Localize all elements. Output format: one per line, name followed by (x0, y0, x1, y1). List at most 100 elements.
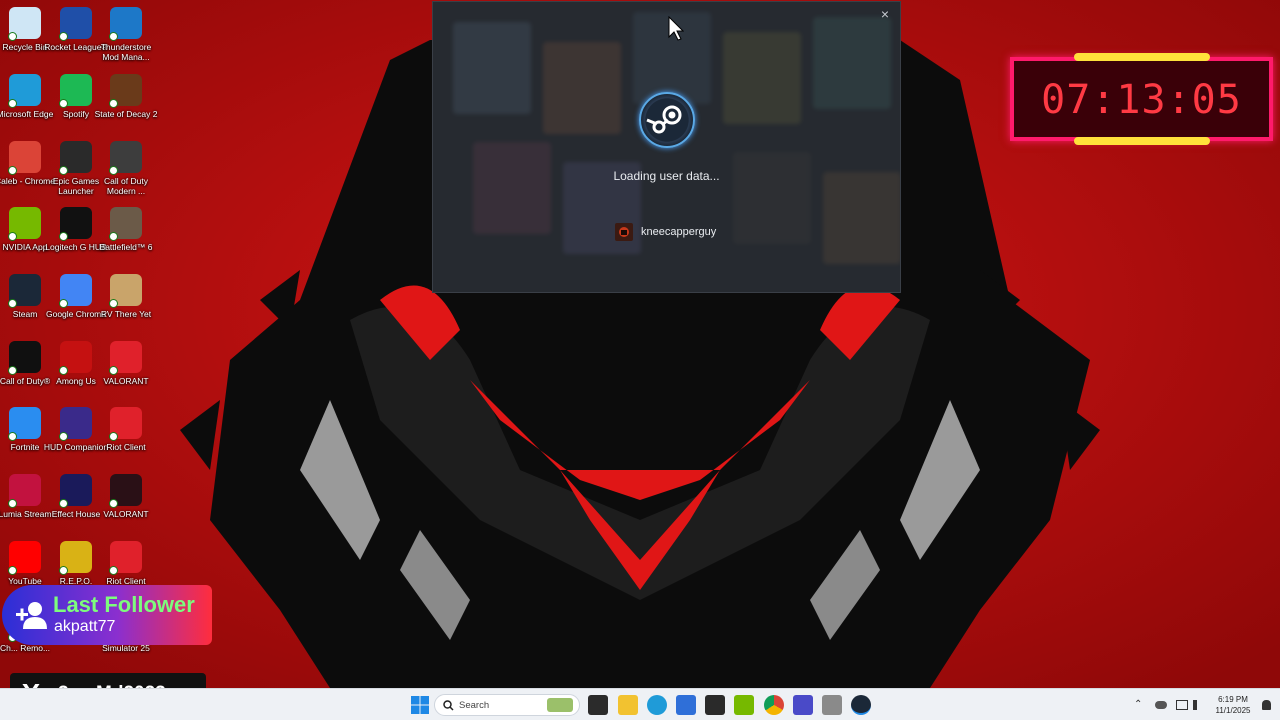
sync-status-icon (59, 499, 68, 508)
desktop-icon[interactable]: Riot Client (93, 407, 159, 452)
user-account-row: kneecapperguy (615, 223, 716, 241)
search-icon (443, 700, 454, 711)
steam-taskbar-icon[interactable] (851, 695, 871, 715)
tray-overflow-chevron[interactable]: ⌃ (1134, 699, 1142, 710)
last-follower-alert: Last Follower akpatt77 (2, 585, 212, 645)
desktop-icon[interactable]: VALORANT (93, 474, 159, 519)
sync-status-icon (8, 166, 17, 175)
timer-value: 07:13:05 (1041, 77, 1242, 123)
stream-timer: 07:13:05 (1010, 53, 1273, 145)
app-icon (59, 7, 92, 41)
store-icon[interactable] (676, 695, 696, 715)
sync-status-icon (109, 299, 118, 308)
desktop-icon-label: Riot Client (106, 442, 146, 452)
app-icon[interactable] (793, 695, 813, 715)
sync-status-icon (8, 432, 17, 441)
add-person-icon (16, 602, 47, 629)
file-explorer-icon[interactable] (618, 695, 638, 715)
onedrive-icon[interactable] (1155, 701, 1167, 709)
nvidia-icon[interactable] (734, 695, 754, 715)
app-icon (109, 474, 142, 508)
sync-status-icon (109, 232, 118, 241)
sync-status-icon (8, 366, 17, 375)
app-icon (8, 7, 41, 41)
desktop-icon[interactable]: Riot Client (93, 541, 159, 586)
sync-status-icon (59, 299, 68, 308)
sync-status-icon (59, 432, 68, 441)
app-icon (8, 341, 41, 375)
sync-status-icon (59, 566, 68, 575)
app-icon (109, 407, 142, 441)
app-icon (109, 341, 142, 375)
taskbar-search-box[interactable]: Search (434, 694, 580, 716)
task-view-icon[interactable] (588, 695, 608, 715)
timer-bottom-bar (1074, 137, 1210, 145)
app-icon (59, 207, 92, 241)
sync-status-icon (109, 499, 118, 508)
sync-status-icon (109, 366, 118, 375)
clock-time: 6:19 PM (1218, 695, 1248, 704)
app-icon (109, 74, 142, 108)
loading-status-text: Loading user data... (613, 169, 720, 183)
volume-icon[interactable] (1193, 700, 1203, 710)
app-icon (8, 74, 41, 108)
close-icon[interactable]: × (876, 5, 894, 23)
desktop-icon-label: RV There Yet (100, 309, 152, 319)
app-icon-2[interactable] (822, 695, 842, 715)
search-highlight-icon (547, 698, 573, 712)
desktop-icon[interactable]: State of Decay 2 (93, 74, 159, 119)
desktop-icon[interactable]: Call of Duty Modern ... (93, 141, 159, 196)
sync-status-icon (8, 566, 17, 575)
sync-status-icon (59, 166, 68, 175)
windows-start-icon[interactable] (410, 695, 430, 715)
desktop-icon[interactable]: Battlefield™ 6 (93, 207, 159, 252)
desktop-icon[interactable]: Thunderstore Mod Mana... (93, 7, 159, 62)
app-icon (59, 141, 92, 175)
mouse-cursor-icon (668, 16, 684, 41)
app-icon (109, 207, 142, 241)
edge-icon[interactable] (647, 695, 667, 715)
sync-status-icon (59, 366, 68, 375)
app-icon (109, 541, 142, 575)
username-label: kneecapperguy (641, 226, 717, 238)
sync-status-icon (59, 232, 68, 241)
app-icon (109, 141, 142, 175)
app-icon (8, 274, 41, 308)
sync-status-icon (109, 566, 118, 575)
app-icon (8, 474, 41, 508)
sync-status-icon (8, 232, 17, 241)
desktop-icon-label: VALORANT (103, 376, 149, 386)
taskbar-clock[interactable]: 6:19 PM 11/1/2025 (1210, 694, 1256, 716)
app-icon (59, 541, 92, 575)
sync-status-icon (109, 432, 118, 441)
app-icon (59, 474, 92, 508)
search-placeholder: Search (459, 699, 490, 711)
user-avatar (615, 223, 633, 241)
follower-name: akpatt77 (54, 618, 116, 635)
desktop-icon[interactable]: RV There Yet (93, 274, 159, 319)
desktop-icon-label: State of Decay 2 (94, 109, 158, 119)
app-icon (59, 341, 92, 375)
app-icon (8, 207, 41, 241)
sync-status-icon (109, 99, 118, 108)
desktop-icon-label: Battlefield™ 6 (99, 242, 153, 252)
sync-status-icon (59, 32, 68, 41)
desktop-icon-label: Call of Duty Modern ... (104, 176, 148, 196)
app-icon (59, 74, 92, 108)
epic-games-icon[interactable] (705, 695, 725, 715)
steam-loading-window[interactable]: × Loading user data... kneecapperguy (432, 1, 901, 293)
chrome-icon[interactable] (764, 695, 784, 715)
sync-status-icon (109, 32, 118, 41)
app-icon (109, 274, 142, 308)
desktop-icon[interactable]: VALORANT (93, 341, 159, 386)
network-icon[interactable] (1176, 700, 1188, 710)
sync-status-icon (8, 499, 17, 508)
sync-status-icon (59, 99, 68, 108)
clock-date: 11/1/2025 (1215, 706, 1251, 715)
app-icon (59, 274, 92, 308)
timer-top-bar (1074, 53, 1210, 61)
notification-bell-icon[interactable] (1262, 700, 1271, 710)
sync-status-icon (8, 32, 17, 41)
app-icon (109, 7, 142, 41)
sync-status-icon (8, 99, 17, 108)
